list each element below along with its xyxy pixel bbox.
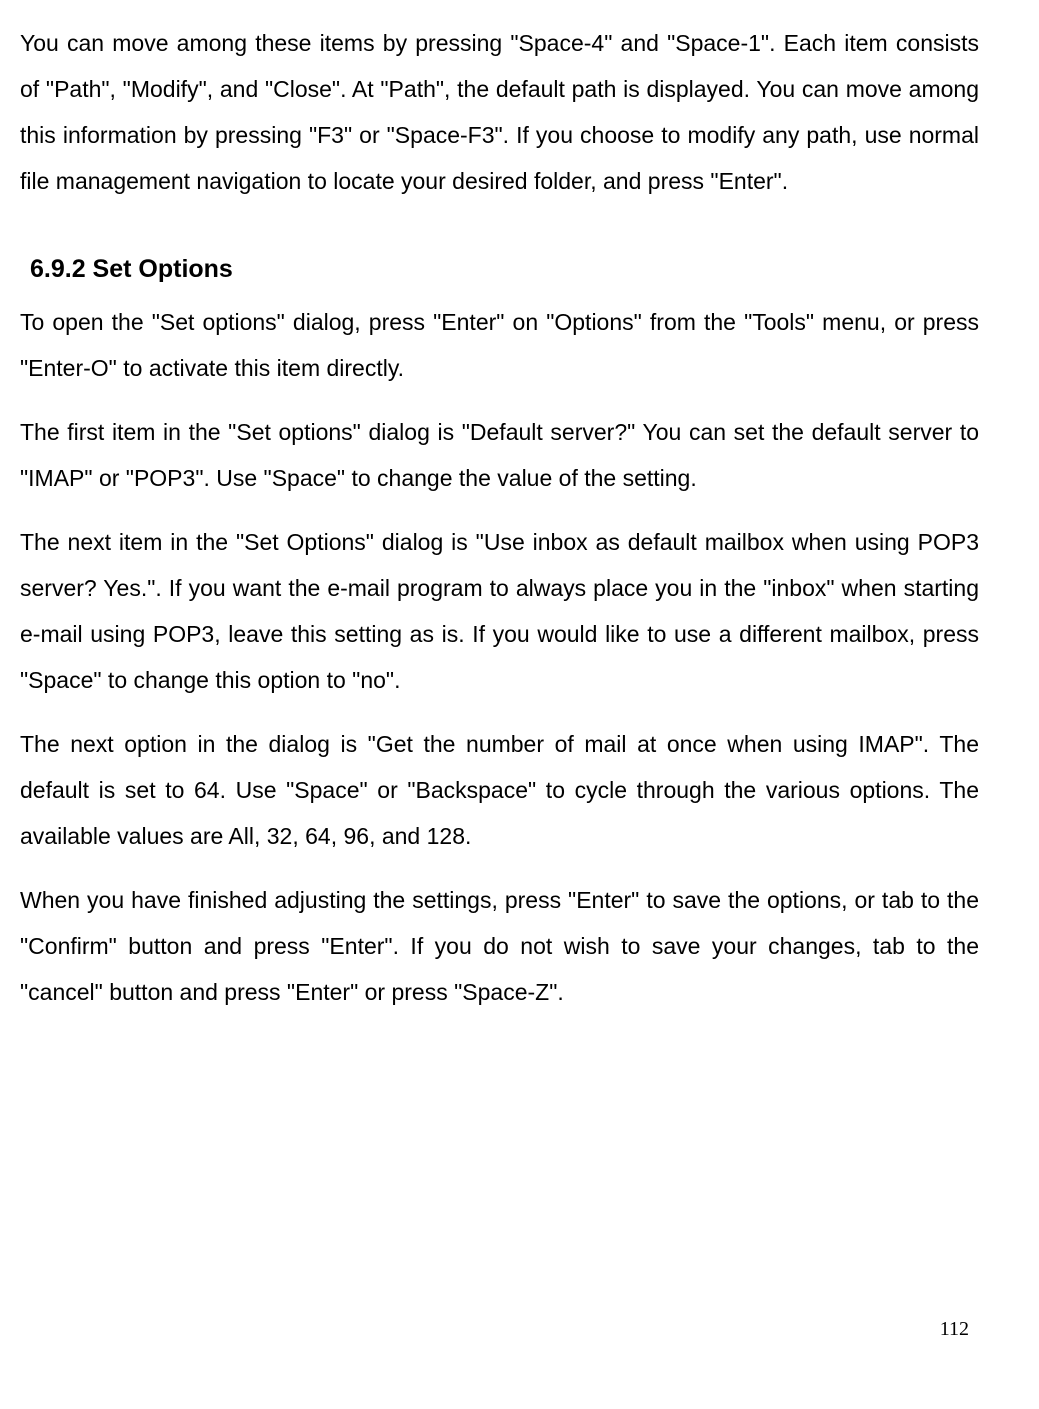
page-number: 112 bbox=[940, 1309, 969, 1349]
body-paragraph: You can move among these items by pressi… bbox=[20, 20, 979, 204]
body-paragraph: The next option in the dialog is "Get th… bbox=[20, 721, 979, 859]
section-heading: 6.9.2 Set Options bbox=[30, 244, 979, 294]
body-paragraph: The next item in the "Set Options" dialo… bbox=[20, 519, 979, 703]
body-paragraph: The first item in the "Set options" dial… bbox=[20, 409, 979, 501]
body-paragraph: To open the "Set options" dialog, press … bbox=[20, 299, 979, 391]
body-paragraph: When you have finished adjusting the set… bbox=[20, 877, 979, 1015]
